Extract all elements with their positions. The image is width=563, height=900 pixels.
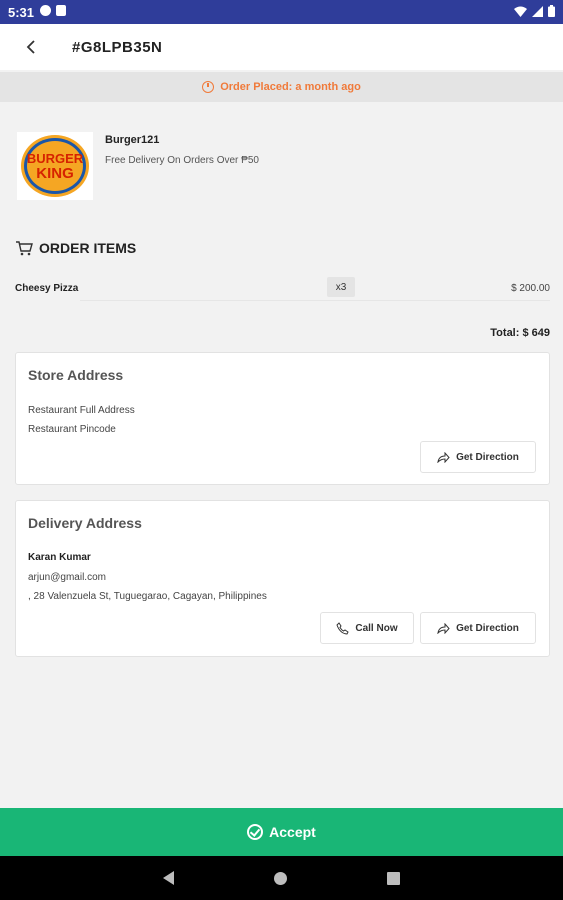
direction-icon [437,451,450,463]
store-pincode: Restaurant Pincode [28,424,116,435]
delivery-address-card: Delivery Address Karan Kumar arjun@gmail… [15,500,550,657]
get-direction-label: Get Direction [456,622,519,634]
order-total: Total: $ 649 [490,327,550,339]
store-info: BURGER KING Burger121 Free Delivery On O… [17,132,259,200]
accept-button[interactable]: Accept [0,808,563,856]
get-direction-label: Get Direction [456,451,519,463]
call-now-button[interactable]: Call Now [320,612,414,644]
store-address-title: Store Address [28,367,124,383]
sd-card-icon [56,5,67,19]
phone-icon [336,621,350,635]
call-now-label: Call Now [355,622,398,634]
divider [80,300,550,301]
delivery-address-title: Delivery Address [28,515,142,531]
accept-label: Accept [269,824,316,840]
list-item: Cheesy Pizza x3 $ 200.00 [15,277,550,299]
cart-icon [16,241,33,256]
customer-email: arjun@gmail.com [28,572,106,583]
nav-recents-button[interactable] [387,871,400,885]
check-circle-icon [247,824,264,840]
direction-icon [437,622,450,634]
svg-text:KING: KING [36,165,74,182]
app-bar: #G8LPB35N [0,24,563,70]
item-name: Cheesy Pizza [15,282,79,294]
back-arrow-icon [26,40,35,54]
nav-home-button[interactable] [274,871,287,885]
nav-back-button[interactable] [163,871,174,885]
battery-icon [548,4,555,20]
system-nav-bar [0,856,563,900]
store-name: Burger121 [105,134,160,146]
item-price: $ 200.00 [511,282,550,294]
item-quantity: x3 [327,277,355,297]
store-address-card: Store Address Restaurant Full Address Re… [15,352,550,485]
store-logo: BURGER KING [17,132,93,200]
customer-name: Karan Kumar [28,552,91,563]
customer-address: , 28 Valenzuela St, Tuguegarao, Cagayan,… [28,591,267,602]
notification-icon [40,5,52,19]
wifi-icon [514,5,527,20]
svg-text:BURGER: BURGER [27,151,84,166]
order-items-heading: ORDER ITEMS [15,240,136,256]
signal-icon [532,5,543,20]
status-time: 5:31 [8,4,35,20]
delivery-get-direction-button[interactable]: Get Direction [420,612,536,644]
store-delivery-info: Free Delivery On Orders Over ₱50 [105,155,259,166]
order-status-banner: Order Placed: a month ago [0,72,563,102]
back-button[interactable] [10,24,54,70]
status-bar: 5:31 [0,0,563,24]
order-status-text: Order Placed: a month ago [220,81,361,93]
clock-icon [202,81,215,93]
store-get-direction-button[interactable]: Get Direction [420,441,536,473]
order-items-title: ORDER ITEMS [39,240,137,256]
order-id-title: #G8LPB35N [72,38,163,56]
store-address-line: Restaurant Full Address [28,405,135,416]
